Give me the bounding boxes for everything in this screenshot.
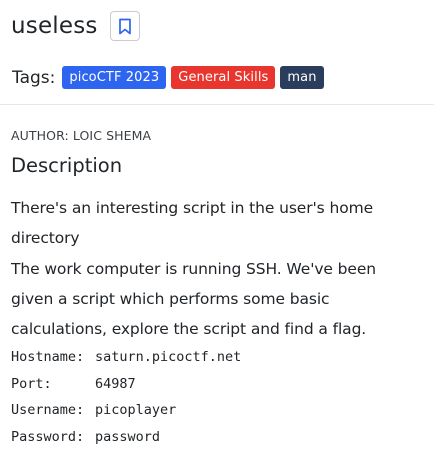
description-heading: Description [11,154,123,177]
username-line: Username: picoplayer [11,397,241,424]
port-value: 64987 [95,375,136,392]
hostname-line: Hostname: saturn.picoctf.net [11,344,241,371]
bookmark-button[interactable] [109,11,140,41]
password-value: password [95,428,161,445]
tag-general-skills[interactable]: General Skills [171,66,276,89]
author-line: AUTHOR: LOIC SHEMA [11,128,152,143]
port-line: Port: 64987 [11,371,241,398]
challenge-header: useless [11,6,140,46]
tags-row: Tags: picoCTF 2023 General Skills man [12,66,329,89]
description-paragraph-2: The work computer is running SSH. We've … [11,260,377,338]
port-key: Port: [11,375,52,392]
username-key: Username: [11,402,85,419]
password-line: Password: password [11,424,241,451]
hostname-value: saturn.picoctf.net [95,349,242,366]
tags-label: Tags: [12,67,56,88]
password-key: Password: [11,428,85,445]
connection-details: Hostname: saturn.picoctf.net Port: 64987… [11,344,241,450]
section-divider [0,104,434,105]
description-paragraph-1: There's an interesting script in the use… [11,199,374,247]
hostname-key: Hostname: [11,349,85,366]
tag-man[interactable]: man [280,66,324,89]
tag-picoctf-2023[interactable]: picoCTF 2023 [62,66,167,89]
bookmark-icon [118,18,132,35]
challenge-title: useless [11,13,98,39]
username-value: picoplayer [95,402,177,419]
